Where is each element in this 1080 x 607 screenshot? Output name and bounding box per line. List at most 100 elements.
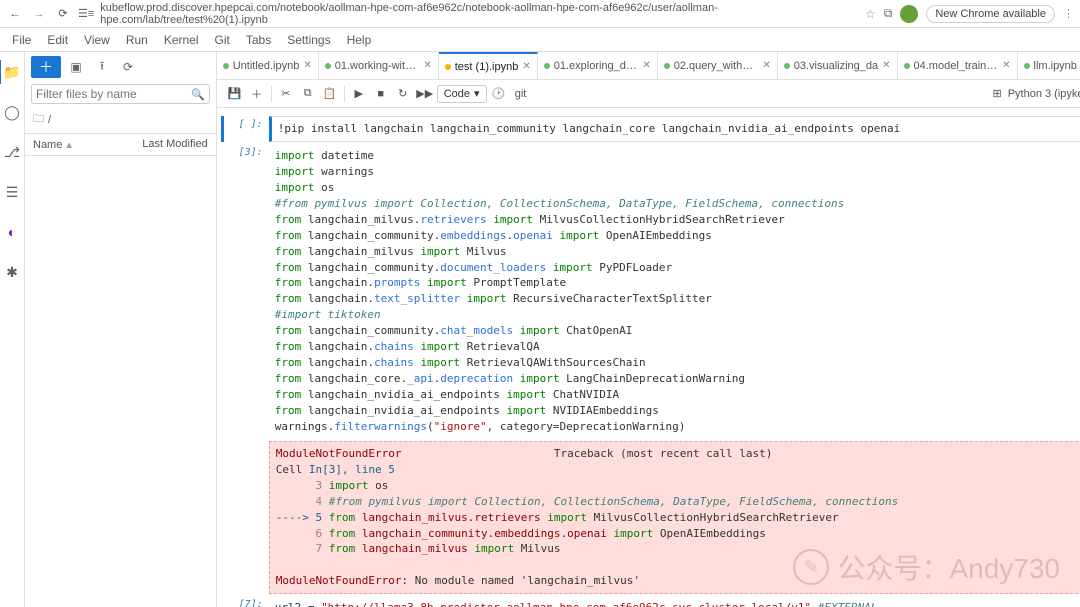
tab-close-icon[interactable]: ✕ [423,60,431,71]
update-chrome-pill[interactable]: New Chrome available [926,5,1055,23]
file-browser: ＋ ▣ ⭱ ⟳ 🔍 🗀 / Name▴ Last Modified [25,52,217,607]
url-bar[interactable]: ☰≡ kubeflow.prod.discover.hpepcai.com/no… [78,2,859,26]
breadcrumb[interactable]: 🗀 / [25,106,216,133]
tab-3[interactable]: 01.exploring_data✕ [538,52,658,79]
back-button[interactable]: ← [6,8,24,20]
celltype-label: Code [444,88,470,100]
files-icon[interactable]: 📁 [0,60,23,84]
chevron-down-icon: ▾ [474,87,480,100]
tab-close-icon[interactable]: ✕ [642,60,650,71]
paste-icon[interactable]: 📋 [320,84,340,104]
tab-status-dot [445,64,451,70]
kernel-name[interactable]: Python 3 (ipykernel) [1008,88,1080,100]
search-icon: 🔍 [191,88,205,101]
cell-body[interactable]: !pip install langchain langchain_communi… [269,116,1080,142]
tab-0[interactable]: Untitled.ipynb✕ [217,52,319,79]
extensions-icon[interactable]: ⧉ [884,6,893,21]
reload-button[interactable]: ⟳ [54,7,72,20]
menu-git[interactable]: Git [215,33,230,47]
tab-1[interactable]: 01.working-with-d✕ [319,52,439,79]
cell-body[interactable]: url2 = "http://llama3-8b-predictor.aollm… [269,596,1080,607]
bookmark-icon[interactable]: ☆ [865,7,876,21]
inspector-icon[interactable]: ⊞ [992,87,1001,100]
tab-6[interactable]: 04.model_training✕ [898,52,1018,79]
celltype-select[interactable]: Code ▾ [437,85,487,103]
tab-close-icon[interactable]: ✕ [882,60,890,71]
file-browser-header[interactable]: Name▴ Last Modified [25,133,216,156]
restart-icon[interactable]: ↻ [393,84,413,104]
menu-file[interactable]: File [12,33,31,47]
tab-status-dot [664,63,670,69]
cell-body: ModuleNotFoundError Traceback (most rece… [269,441,1080,594]
menu-view[interactable]: View [84,33,110,47]
tab-label: 04.model_training [914,60,999,72]
chrome-menu-icon[interactable]: ⋮ [1063,7,1074,20]
tab-close-icon[interactable]: ✕ [1002,60,1010,71]
copy-icon[interactable]: ⧉ [298,84,318,104]
run-icon[interactable]: ▶ [349,84,369,104]
cut-icon[interactable]: ✂ [276,84,296,104]
tab-status-dot [784,63,790,69]
cell-gutter: [3]: [221,144,269,439]
tab-4[interactable]: 02.query_with_ez✕ [658,52,778,79]
extension-icon[interactable]: ✱ [0,260,24,284]
commands-icon[interactable]: ◐ [0,220,24,244]
name-column[interactable]: Name▴ [33,138,142,151]
tab-5[interactable]: 03.visualizing_da ✕ [778,52,898,79]
forward-button: → [30,8,48,20]
fast-forward-icon[interactable]: ▶▶ [415,84,435,104]
git-icon[interactable]: ⎇ [0,140,24,164]
cell-gutter [221,441,269,594]
tab-label: 03.visualizing_da [794,60,878,72]
git-toolbar-icon[interactable]: git [511,84,531,104]
menu-edit[interactable]: Edit [47,33,68,47]
url-text: kubeflow.prod.discover.hpepcai.com/noteb… [100,2,859,26]
menu-kernel[interactable]: Kernel [164,33,199,47]
tab-2[interactable]: test (1).ipynb✕ [439,52,538,79]
cell-2[interactable]: ModuleNotFoundError Traceback (most rece… [221,441,1080,594]
menu-help[interactable]: Help [347,33,372,47]
upload-icon[interactable]: ⭱ [91,56,113,78]
tab-close-icon[interactable]: ✕ [522,61,530,72]
breadcrumb-root[interactable]: / [48,114,51,126]
clock-icon[interactable]: 🕑 [489,84,509,104]
menu-tabs[interactable]: Tabs [246,33,271,47]
tab-label: 01.working-with-d [335,60,420,72]
notebook-toolbar: 💾 ＋ ✂ ⧉ 📋 ▶ ■ ↻ ▶▶ Code ▾ 🕑 git ⊞ Python… [217,80,1080,108]
menu-run[interactable]: Run [126,33,148,47]
add-cell-icon[interactable]: ＋ [247,84,267,104]
sort-icon: ▴ [66,138,72,151]
cell-3[interactable]: [7]:url2 = "http://llama3-8b-predictor.a… [221,596,1080,607]
file-filter[interactable]: 🔍 [31,84,210,104]
tab-status-dot [904,63,910,69]
cell-body[interactable]: import datetime import warnings import o… [269,144,1080,439]
tab-label: llm.ipynb [1034,60,1080,72]
jupyter-menubar: File Edit View Run Kernel Git Tabs Setti… [0,28,1080,52]
profile-avatar[interactable] [900,5,918,23]
cell-0[interactable]: [ ]:!pip install langchain langchain_com… [221,116,1080,142]
tab-label: test (1).ipynb [455,61,519,73]
modified-column[interactable]: Last Modified [142,138,207,151]
toc-icon[interactable]: ☰ [0,180,24,204]
cell-gutter: [ ]: [221,116,269,142]
cell-gutter: [7]: [221,596,269,607]
new-launcher-button[interactable]: ＋ [31,56,61,78]
cell-1[interactable]: [3]:import datetime import warnings impo… [221,144,1080,439]
tab-7[interactable]: llm.ipynb✕ [1018,52,1080,79]
file-filter-input[interactable] [36,87,191,101]
tab-label: 01.exploring_data [554,60,639,72]
browser-chrome-bar: ← → ⟳ ☰≡ kubeflow.prod.discover.hpepcai.… [0,0,1080,28]
running-icon[interactable]: ◯ [0,100,24,124]
menu-settings[interactable]: Settings [287,33,330,47]
stop-icon[interactable]: ■ [371,84,391,104]
site-info-icon[interactable]: ☰≡ [78,7,94,20]
notebook[interactable]: [ ]:!pip install langchain langchain_com… [217,108,1080,607]
save-icon[interactable]: 💾 [225,84,245,104]
tab-strip: Untitled.ipynb✕01.working-with-d✕test (1… [217,52,1080,80]
tab-close-icon[interactable]: ✕ [762,60,770,71]
new-folder-icon[interactable]: ▣ [65,56,87,78]
refresh-icon[interactable]: ⟳ [117,56,139,78]
tab-status-dot [325,63,331,69]
activity-bar: 📁 ◯ ⎇ ☰ ◐ ✱ [0,52,25,607]
tab-close-icon[interactable]: ✕ [303,60,311,71]
